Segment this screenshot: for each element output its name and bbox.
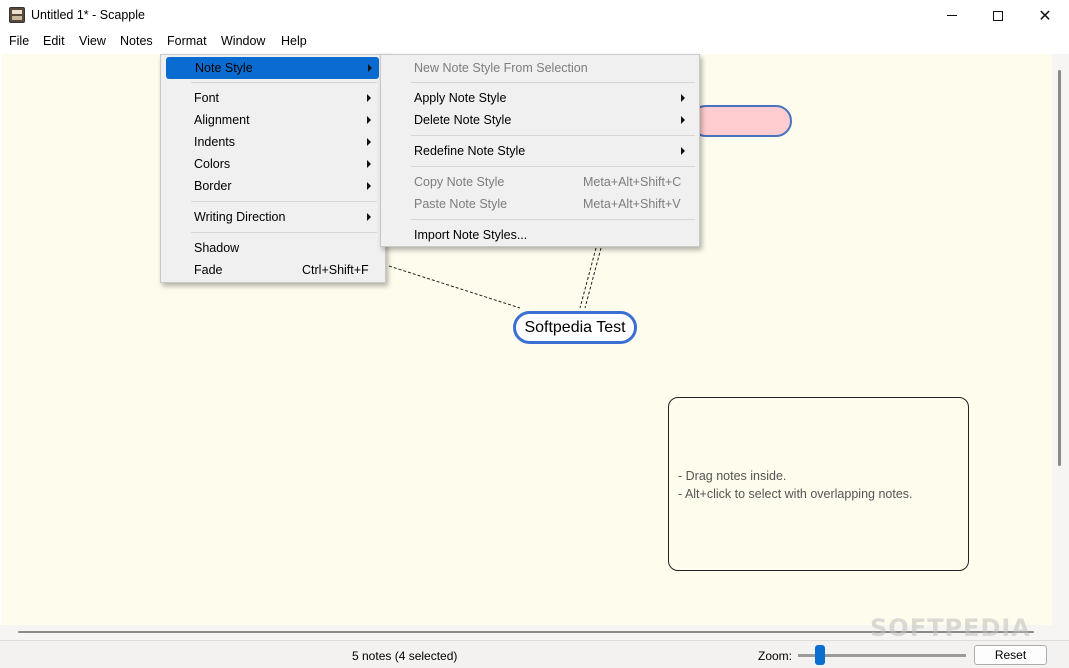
menu-item-label: Border xyxy=(194,179,232,193)
drop-box-hint-2: - Alt+click to select with overlapping n… xyxy=(678,487,913,501)
menu-separator xyxy=(411,135,695,136)
title-bar: Untitled 1* - Scapple ✕ xyxy=(0,0,1069,31)
status-bar: 5 notes (4 selected) Zoom: Reset xyxy=(0,640,1069,668)
menu-notes[interactable]: Notes xyxy=(120,34,153,48)
drop-box-hint-1: - Drag notes inside. xyxy=(678,469,787,483)
background-shape[interactable]: - Drag notes inside. - Alt+click to sele… xyxy=(668,397,969,571)
menu-window[interactable]: Window xyxy=(221,34,265,48)
maximize-button[interactable] xyxy=(975,0,1021,31)
menu-item-label: Import Note Styles... xyxy=(414,228,528,242)
menu-item-label: Indents xyxy=(194,135,236,149)
menu-item-shortcut: Meta+Alt+Shift+C xyxy=(583,175,682,189)
reset-zoom-button[interactable]: Reset xyxy=(974,645,1047,665)
format-menu-writing-direction[interactable]: Writing Direction xyxy=(161,206,385,228)
menu-item-label: Note Style xyxy=(195,61,253,75)
note-style-new-from-selection[interactable]: New Note Style From Selection xyxy=(381,57,699,79)
format-menu-note-style[interactable]: Note Style xyxy=(166,57,379,79)
scapple-app-icon xyxy=(9,7,25,23)
vertical-scrollbar[interactable] xyxy=(1052,54,1069,625)
note-style-copy[interactable]: Copy Note Style Meta+Alt+Shift+C xyxy=(381,171,699,193)
format-menu: Note Style Font Alignment Indents Colors… xyxy=(160,54,386,283)
selection-status: 5 notes (4 selected) xyxy=(352,649,458,663)
format-menu-alignment[interactable]: Alignment xyxy=(161,109,385,131)
menu-item-label: Font xyxy=(194,91,220,105)
menu-view[interactable]: View xyxy=(79,34,106,48)
submenu-arrow-icon xyxy=(367,138,371,146)
format-menu-fade[interactable]: Fade Ctrl+Shift+F xyxy=(161,259,385,281)
menu-item-shortcut: Ctrl+Shift+F xyxy=(302,263,369,277)
submenu-arrow-icon xyxy=(367,213,371,221)
minimize-icon xyxy=(947,15,957,16)
submenu-arrow-icon xyxy=(681,147,685,155)
menu-item-label: Writing Direction xyxy=(194,210,286,224)
menu-separator xyxy=(191,232,377,233)
format-menu-font[interactable]: Font xyxy=(161,87,385,109)
menu-item-label: Shadow xyxy=(194,241,240,255)
submenu-arrow-icon xyxy=(367,116,371,124)
note-style-import[interactable]: Import Note Styles... xyxy=(381,224,699,246)
format-menu-indents[interactable]: Indents xyxy=(161,131,385,153)
menu-bar: File Edit View Notes Format Window Help xyxy=(0,31,1069,53)
format-menu-colors[interactable]: Colors xyxy=(161,153,385,175)
submenu-arrow-icon xyxy=(681,94,685,102)
menu-item-label: Colors xyxy=(194,157,231,171)
note-style-paste[interactable]: Paste Note Style Meta+Alt+Shift+V xyxy=(381,193,699,215)
minimize-button[interactable] xyxy=(929,0,975,31)
submenu-arrow-icon xyxy=(367,94,371,102)
vertical-scrollbar-thumb[interactable] xyxy=(1058,70,1061,466)
menu-separator xyxy=(191,201,377,202)
submenu-arrow-icon xyxy=(367,182,371,190)
window-title: Untitled 1* - Scapple xyxy=(31,8,145,22)
menu-item-label: New Note Style From Selection xyxy=(414,61,588,75)
menu-separator xyxy=(411,82,695,83)
menu-item-label: Paste Note Style xyxy=(414,197,508,211)
maximize-icon xyxy=(993,10,1003,21)
menu-item-label: Redefine Note Style xyxy=(414,144,526,158)
menu-file[interactable]: File xyxy=(9,34,29,48)
menu-separator xyxy=(191,82,377,83)
softpedia-test-note[interactable]: Softpedia Test xyxy=(513,311,637,344)
menu-separator xyxy=(411,219,695,220)
menu-format[interactable]: Format xyxy=(167,34,207,48)
note-style-delete[interactable]: Delete Note Style xyxy=(381,109,699,131)
format-menu-shadow[interactable]: Shadow xyxy=(161,237,385,259)
close-button[interactable]: ✕ xyxy=(1022,0,1068,31)
zoom-slider-handle[interactable] xyxy=(815,645,825,665)
note-style-apply[interactable]: Apply Note Style xyxy=(381,87,699,109)
submenu-arrow-icon xyxy=(368,64,372,72)
pink-note[interactable] xyxy=(690,105,792,137)
menu-item-label: Apply Note Style xyxy=(414,91,507,105)
menu-item-label: Fade xyxy=(194,263,223,277)
menu-help[interactable]: Help xyxy=(281,34,307,48)
zoom-label: Zoom: xyxy=(758,649,793,663)
note-style-submenu: New Note Style From Selection Apply Note… xyxy=(380,54,700,247)
format-menu-border[interactable]: Border xyxy=(161,175,385,197)
close-icon: ✕ xyxy=(1038,5,1052,25)
submenu-arrow-icon xyxy=(367,160,371,168)
softpedia-watermark: SOFTPEDIA xyxy=(870,614,1031,642)
submenu-arrow-icon xyxy=(681,116,685,124)
menu-item-label: Delete Note Style xyxy=(414,113,512,127)
menu-item-label: Alignment xyxy=(194,113,250,127)
menu-separator xyxy=(411,166,695,167)
menu-edit[interactable]: Edit xyxy=(43,34,65,48)
menu-item-label: Copy Note Style xyxy=(414,175,505,189)
menu-item-shortcut: Meta+Alt+Shift+V xyxy=(583,197,681,211)
note-style-redefine[interactable]: Redefine Note Style xyxy=(381,140,699,162)
